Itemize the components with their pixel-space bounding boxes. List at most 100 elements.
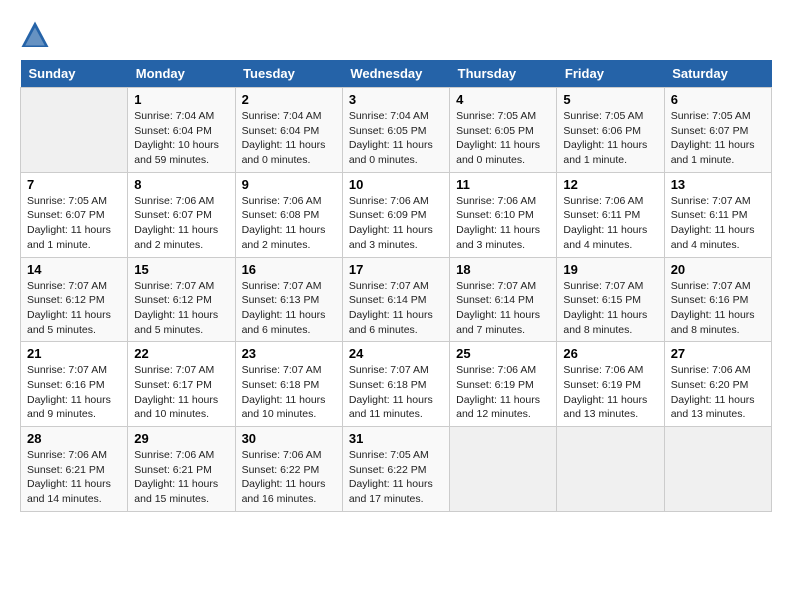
- day-info: Sunrise: 7:05 AM Sunset: 6:07 PM Dayligh…: [27, 194, 121, 253]
- day-info: Sunrise: 7:05 AM Sunset: 6:06 PM Dayligh…: [563, 109, 657, 168]
- header-friday: Friday: [557, 60, 664, 88]
- day-number: 5: [563, 92, 657, 107]
- day-info: Sunrise: 7:06 AM Sunset: 6:20 PM Dayligh…: [671, 363, 765, 422]
- day-info: Sunrise: 7:06 AM Sunset: 6:21 PM Dayligh…: [27, 448, 121, 507]
- calendar-cell: 20Sunrise: 7:07 AM Sunset: 6:16 PM Dayli…: [664, 257, 771, 342]
- logo: [20, 20, 54, 50]
- calendar-cell: 18 Sunrise: 7:07 AM Sunset: 6:14 PM Dayli…: [450, 257, 557, 342]
- day-info: Sunrise: 7:07 AM Sunset: 6:14 PM Dayligh…: [456, 279, 550, 338]
- day-number: 12: [563, 177, 657, 192]
- day-info: Sunrise: 7:04 AM Sunset: 6:05 PM Dayligh…: [349, 109, 443, 168]
- header-wednesday: Wednesday: [342, 60, 449, 88]
- day-number: 7: [27, 177, 121, 192]
- calendar-cell: 14 Sunrise: 7:07 AM Sunset: 6:12 PM Dayli…: [21, 257, 128, 342]
- header-thursday: Thursday: [450, 60, 557, 88]
- calendar-cell: 11 Sunrise: 7:06 AM Sunset: 6:10 PM Dayli…: [450, 172, 557, 257]
- calendar-cell: 30 Sunrise: 7:06 AM Sunset: 6:22 PM Dayli…: [235, 427, 342, 512]
- day-info: Sunrise: 7:07 AM Sunset: 6:12 PM Dayligh…: [134, 279, 228, 338]
- calendar-cell: 24 Sunrise: 7:07 AM Sunset: 6:18 PM Dayli…: [342, 342, 449, 427]
- calendar-cell: 15Sunrise: 7:07 AM Sunset: 6:12 PM Dayli…: [128, 257, 235, 342]
- day-info: Sunrise: 7:05 AM Sunset: 6:07 PM Dayligh…: [671, 109, 765, 168]
- day-number: 19: [563, 262, 657, 277]
- day-info: Sunrise: 7:07 AM Sunset: 6:14 PM Dayligh…: [349, 279, 443, 338]
- day-number: 10: [349, 177, 443, 192]
- calendar-header-row: SundayMondayTuesdayWednesdayThursdayFrid…: [21, 60, 772, 88]
- calendar-cell: 27 Sunrise: 7:06 AM Sunset: 6:20 PM Dayli…: [664, 342, 771, 427]
- calendar-cell: 16Sunrise: 7:07 AM Sunset: 6:13 PM Dayli…: [235, 257, 342, 342]
- day-info: Sunrise: 7:07 AM Sunset: 6:18 PM Dayligh…: [349, 363, 443, 422]
- day-info: Sunrise: 7:07 AM Sunset: 6:17 PM Dayligh…: [134, 363, 228, 422]
- day-info: Sunrise: 7:07 AM Sunset: 6:15 PM Dayligh…: [563, 279, 657, 338]
- day-number: 8: [134, 177, 228, 192]
- day-info: Sunrise: 7:06 AM Sunset: 6:19 PM Dayligh…: [456, 363, 550, 422]
- day-info: Sunrise: 7:04 AM Sunset: 6:04 PM Dayligh…: [134, 109, 228, 168]
- logo-icon: [20, 20, 50, 50]
- day-info: Sunrise: 7:06 AM Sunset: 6:08 PM Dayligh…: [242, 194, 336, 253]
- calendar-cell: 22 Sunrise: 7:07 AM Sunset: 6:17 PM Dayli…: [128, 342, 235, 427]
- day-info: Sunrise: 7:06 AM Sunset: 6:07 PM Dayligh…: [134, 194, 228, 253]
- calendar-cell: [450, 427, 557, 512]
- calendar-cell: 4 Sunrise: 7:05 AM Sunset: 6:05 PM Daylig…: [450, 88, 557, 173]
- calendar-week-row: 28 Sunrise: 7:06 AM Sunset: 6:21 PM Dayli…: [21, 427, 772, 512]
- day-number: 29: [134, 431, 228, 446]
- calendar-cell: 19 Sunrise: 7:07 AM Sunset: 6:15 PM Dayli…: [557, 257, 664, 342]
- day-info: Sunrise: 7:06 AM Sunset: 6:22 PM Dayligh…: [242, 448, 336, 507]
- day-number: 31: [349, 431, 443, 446]
- calendar-cell: 29 Sunrise: 7:06 AM Sunset: 6:21 PM Dayli…: [128, 427, 235, 512]
- calendar-cell: 9 Sunrise: 7:06 AM Sunset: 6:08 PM Daylig…: [235, 172, 342, 257]
- day-number: 9: [242, 177, 336, 192]
- day-number: 27: [671, 346, 765, 361]
- day-number: 4: [456, 92, 550, 107]
- day-number: 1: [134, 92, 228, 107]
- day-info: Sunrise: 7:07 AM Sunset: 6:13 PM Dayligh…: [242, 279, 336, 338]
- header-tuesday: Tuesday: [235, 60, 342, 88]
- day-number: 30: [242, 431, 336, 446]
- calendar-week-row: 7 Sunrise: 7:05 AM Sunset: 6:07 PM Daylig…: [21, 172, 772, 257]
- calendar-cell: 8 Sunrise: 7:06 AM Sunset: 6:07 PM Daylig…: [128, 172, 235, 257]
- day-number: 17: [349, 262, 443, 277]
- day-info: Sunrise: 7:06 AM Sunset: 6:19 PM Dayligh…: [563, 363, 657, 422]
- calendar-week-row: 21Sunrise: 7:07 AM Sunset: 6:16 PM Dayli…: [21, 342, 772, 427]
- calendar-cell: 23Sunrise: 7:07 AM Sunset: 6:18 PM Dayli…: [235, 342, 342, 427]
- header-sunday: Sunday: [21, 60, 128, 88]
- day-info: Sunrise: 7:06 AM Sunset: 6:10 PM Dayligh…: [456, 194, 550, 253]
- page-header: [20, 20, 772, 50]
- day-info: Sunrise: 7:07 AM Sunset: 6:16 PM Dayligh…: [671, 279, 765, 338]
- day-number: 11: [456, 177, 550, 192]
- day-number: 6: [671, 92, 765, 107]
- day-number: 3: [349, 92, 443, 107]
- day-info: Sunrise: 7:06 AM Sunset: 6:21 PM Dayligh…: [134, 448, 228, 507]
- day-number: 28: [27, 431, 121, 446]
- day-info: Sunrise: 7:07 AM Sunset: 6:12 PM Dayligh…: [27, 279, 121, 338]
- day-number: 26: [563, 346, 657, 361]
- day-number: 2: [242, 92, 336, 107]
- calendar-week-row: 14 Sunrise: 7:07 AM Sunset: 6:12 PM Dayli…: [21, 257, 772, 342]
- day-number: 21: [27, 346, 121, 361]
- day-number: 18: [456, 262, 550, 277]
- calendar-cell: 28 Sunrise: 7:06 AM Sunset: 6:21 PM Dayli…: [21, 427, 128, 512]
- calendar-cell: 3 Sunrise: 7:04 AM Sunset: 6:05 PM Daylig…: [342, 88, 449, 173]
- header-monday: Monday: [128, 60, 235, 88]
- calendar-week-row: 1 Sunrise: 7:04 AM Sunset: 6:04 PM Daylig…: [21, 88, 772, 173]
- calendar-cell: 6 Sunrise: 7:05 AM Sunset: 6:07 PM Daylig…: [664, 88, 771, 173]
- calendar-cell: 5 Sunrise: 7:05 AM Sunset: 6:06 PM Daylig…: [557, 88, 664, 173]
- header-saturday: Saturday: [664, 60, 771, 88]
- calendar-cell: 17 Sunrise: 7:07 AM Sunset: 6:14 PM Dayli…: [342, 257, 449, 342]
- calendar-cell: 1 Sunrise: 7:04 AM Sunset: 6:04 PM Daylig…: [128, 88, 235, 173]
- calendar-cell: 7 Sunrise: 7:05 AM Sunset: 6:07 PM Daylig…: [21, 172, 128, 257]
- day-number: 13: [671, 177, 765, 192]
- calendar-cell: 10 Sunrise: 7:06 AM Sunset: 6:09 PM Dayli…: [342, 172, 449, 257]
- day-number: 14: [27, 262, 121, 277]
- calendar-cell: 12Sunrise: 7:06 AM Sunset: 6:11 PM Dayli…: [557, 172, 664, 257]
- day-info: Sunrise: 7:07 AM Sunset: 6:18 PM Dayligh…: [242, 363, 336, 422]
- day-info: Sunrise: 7:05 AM Sunset: 6:05 PM Dayligh…: [456, 109, 550, 168]
- calendar-cell: 26 Sunrise: 7:06 AM Sunset: 6:19 PM Dayli…: [557, 342, 664, 427]
- calendar-cell: [557, 427, 664, 512]
- calendar-cell: 13Sunrise: 7:07 AM Sunset: 6:11 PM Dayli…: [664, 172, 771, 257]
- day-number: 24: [349, 346, 443, 361]
- day-info: Sunrise: 7:05 AM Sunset: 6:22 PM Dayligh…: [349, 448, 443, 507]
- calendar-cell: 2Sunrise: 7:04 AM Sunset: 6:04 PM Daylig…: [235, 88, 342, 173]
- day-info: Sunrise: 7:06 AM Sunset: 6:09 PM Dayligh…: [349, 194, 443, 253]
- calendar-cell: 31 Sunrise: 7:05 AM Sunset: 6:22 PM Dayli…: [342, 427, 449, 512]
- day-number: 22: [134, 346, 228, 361]
